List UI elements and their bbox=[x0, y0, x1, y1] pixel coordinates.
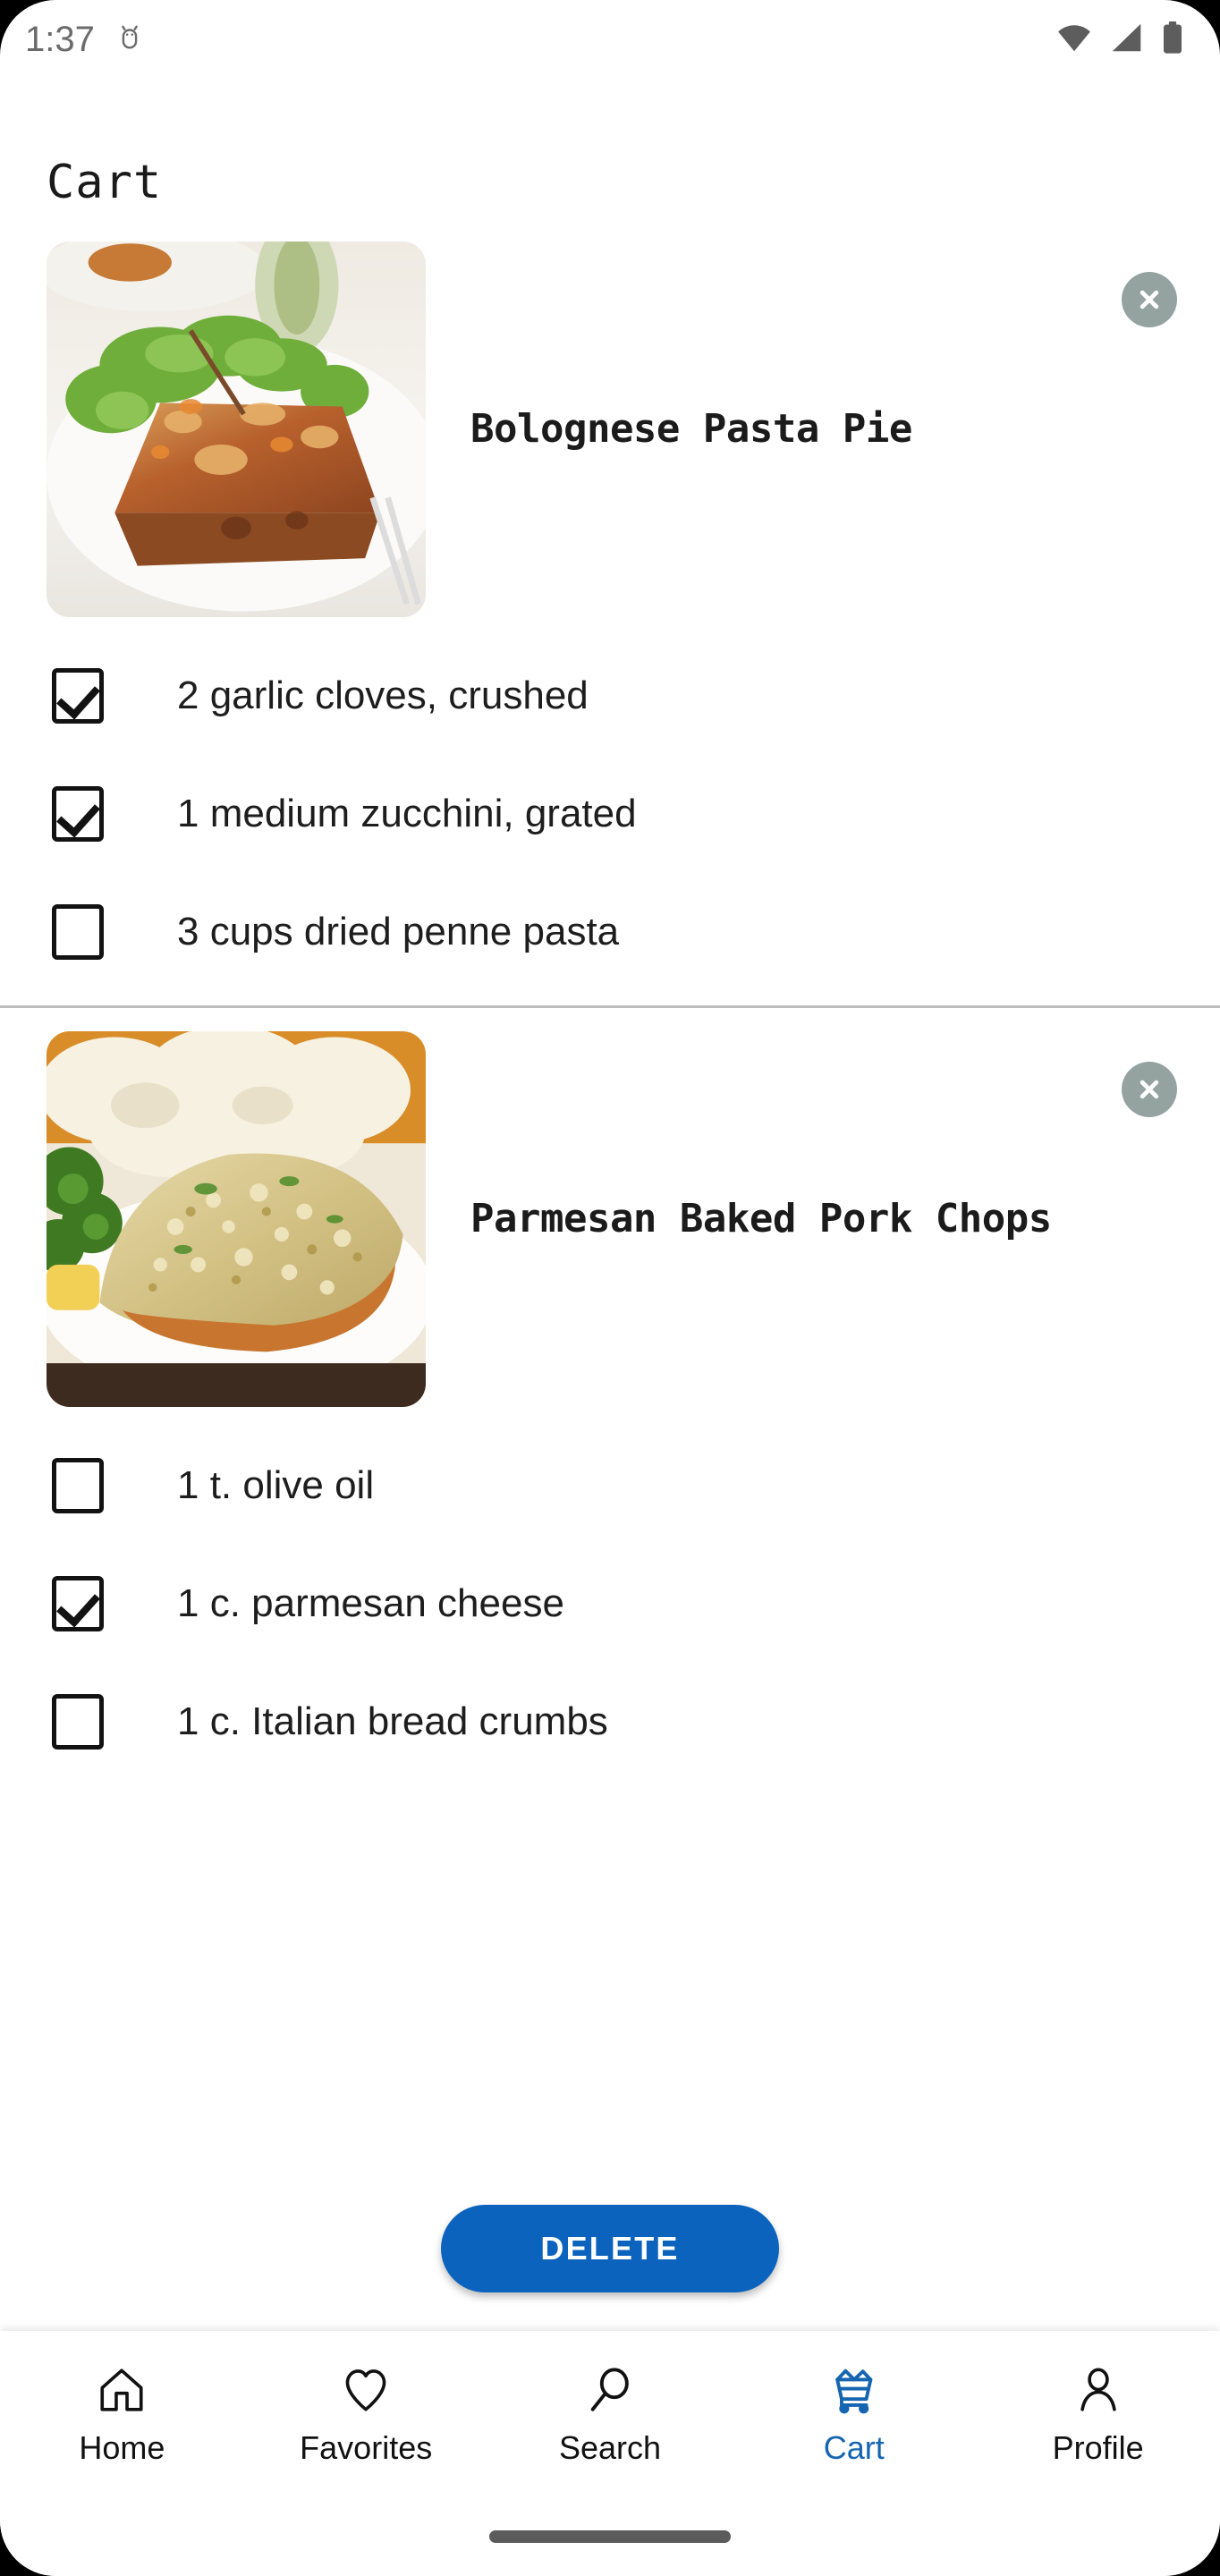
nav-item-profile[interactable]: Profile bbox=[976, 2331, 1220, 2497]
delete-button[interactable]: DELETE bbox=[441, 2205, 779, 2292]
ingredient-checkbox[interactable] bbox=[52, 1576, 104, 1631]
ingredient-row[interactable]: 3 cups dried penne pasta bbox=[0, 873, 1220, 991]
nav-label-favorites: Favorites bbox=[300, 2429, 433, 2466]
ingredient-label: 3 cups dried penne pasta bbox=[177, 910, 620, 953]
status-bar: 1:37 bbox=[0, 0, 1220, 79]
android-debug-icon bbox=[114, 21, 145, 58]
heart-icon bbox=[340, 2361, 392, 2419]
ingredient-checkbox[interactable] bbox=[52, 1458, 104, 1513]
home-icon bbox=[96, 2361, 148, 2419]
remove-recipe-button[interactable] bbox=[1122, 272, 1177, 327]
nav-label-cart: Cart bbox=[823, 2429, 885, 2466]
nav-label-profile: Profile bbox=[1052, 2429, 1144, 2466]
cart-section: Parmesan Baked Pork Chops 1 t. olive oil… bbox=[0, 1005, 1220, 1795]
recipe-thumbnail[interactable] bbox=[47, 242, 426, 617]
cellular-signal-icon bbox=[1109, 22, 1145, 57]
recipe-header: Bolognese Pasta Pie bbox=[0, 218, 1220, 637]
ingredient-list: 1 t. olive oil 1 c. parmesan cheese 1 c.… bbox=[0, 1427, 1220, 1795]
cart-section: Bolognese Pasta Pie 2 garlic cloves, cru… bbox=[0, 218, 1220, 1005]
ingredient-row[interactable]: 1 medium zucchini, grated bbox=[0, 755, 1220, 873]
ingredient-checkbox[interactable] bbox=[52, 668, 104, 724]
ingredient-label: 1 medium zucchini, grated bbox=[177, 792, 637, 835]
shopping-cart-icon bbox=[828, 2361, 880, 2419]
nav-label-home: Home bbox=[79, 2429, 165, 2466]
phone-screen: 1:37 Cart Bolognese Pasta Pie 2 garlic c… bbox=[0, 0, 1220, 2576]
ingredient-label: 1 c. Italian bread crumbs bbox=[177, 1699, 608, 1743]
bottom-navigation: Home Favorites Search Cart Profile bbox=[0, 2331, 1220, 2497]
person-icon bbox=[1072, 2361, 1124, 2419]
remove-recipe-button[interactable] bbox=[1122, 1062, 1177, 1117]
ingredient-checkbox[interactable] bbox=[52, 786, 104, 842]
recipe-title: Parmesan Baked Pork Chops bbox=[470, 1195, 1052, 1241]
ingredient-checkbox[interactable] bbox=[52, 904, 104, 960]
delete-button-container: DELETE bbox=[0, 2205, 1220, 2292]
ingredient-label: 1 c. parmesan cheese bbox=[177, 1581, 564, 1625]
ingredient-row[interactable]: 2 garlic cloves, crushed bbox=[0, 637, 1220, 755]
nav-item-search[interactable]: Search bbox=[488, 2331, 733, 2497]
nav-item-home[interactable]: Home bbox=[0, 2331, 244, 2497]
nav-item-cart[interactable]: Cart bbox=[732, 2331, 976, 2497]
recipe-title: Bolognese Pasta Pie bbox=[470, 405, 912, 452]
status-bar-left: 1:37 bbox=[25, 20, 145, 60]
ingredient-row[interactable]: 1 c. Italian bread crumbs bbox=[0, 1663, 1220, 1781]
cart-list: Bolognese Pasta Pie 2 garlic cloves, cru… bbox=[0, 209, 1220, 1795]
ingredient-label: 1 t. olive oil bbox=[177, 1463, 375, 1507]
ingredient-list: 2 garlic cloves, crushed 1 medium zucchi… bbox=[0, 637, 1220, 1005]
recipe-header: Parmesan Baked Pork Chops bbox=[0, 1008, 1220, 1427]
battery-icon bbox=[1161, 21, 1184, 59]
page-title: Cart bbox=[47, 156, 163, 209]
gesture-navigation-bar bbox=[0, 2497, 1220, 2576]
gesture-pill[interactable] bbox=[489, 2530, 731, 2543]
wifi-icon bbox=[1055, 22, 1093, 57]
status-bar-right bbox=[1055, 21, 1184, 59]
recipe-thumbnail[interactable] bbox=[47, 1031, 426, 1407]
ingredient-row[interactable]: 1 c. parmesan cheese bbox=[0, 1545, 1220, 1663]
nav-item-favorites[interactable]: Favorites bbox=[244, 2331, 488, 2497]
ingredient-label: 2 garlic cloves, crushed bbox=[177, 674, 589, 717]
nav-label-search: Search bbox=[558, 2429, 662, 2466]
search-icon bbox=[584, 2361, 636, 2419]
status-time: 1:37 bbox=[25, 19, 95, 59]
ingredient-checkbox[interactable] bbox=[52, 1694, 104, 1750]
ingredient-row[interactable]: 1 t. olive oil bbox=[0, 1427, 1220, 1545]
